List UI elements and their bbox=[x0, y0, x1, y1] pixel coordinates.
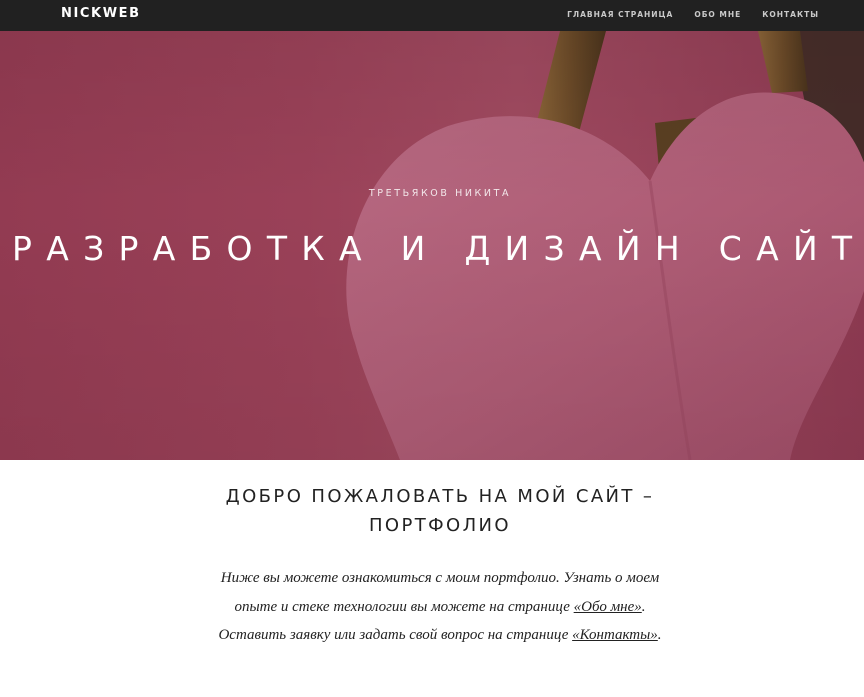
nav-link-contacts[interactable]: КОНТАКТЫ bbox=[762, 10, 819, 19]
welcome-heading-line2: ПОРТФОЛИО bbox=[369, 515, 511, 536]
hero-banner: ТРЕТЬЯКОВ НИКИТА РАЗРАБОТКА И ДИЗАЙН САЙ… bbox=[0, 31, 864, 460]
nav-menu: ГЛАВНАЯ СТРАНИЦА ОБО МНЕ КОНТАКТЫ bbox=[567, 10, 819, 19]
about-page-link[interactable]: «Обо мне» bbox=[574, 599, 642, 615]
intro-paragraph: Ниже вы можете ознакомиться с моим портф… bbox=[0, 564, 864, 650]
hero-subtitle: ТРЕТЬЯКОВ НИКИТА bbox=[368, 188, 512, 199]
welcome-heading-line1: ДОБРО ПОЖАЛОВАТЬ НА МОЙ САЙТ – bbox=[225, 486, 655, 507]
hero-title: РАЗРАБОТКА И ДИЗАЙН САЙТОВ bbox=[12, 229, 864, 268]
intro-line1: Ниже вы можете ознакомиться с моим портф… bbox=[220, 570, 660, 586]
intro-line2-text: опыте и стеке технологии вы можете на ст… bbox=[234, 598, 574, 615]
welcome-heading: ДОБРО ПОЖАЛОВАТЬ НА МОЙ САЙТ – ПОРТФОЛИО bbox=[0, 482, 864, 540]
intro-line3-text: Оставить заявку или задать свой вопрос н… bbox=[218, 627, 573, 643]
intro-line2-end: . bbox=[641, 598, 646, 615]
contacts-page-link[interactable]: «Контакты» bbox=[572, 627, 658, 643]
top-navbar: NICKWEB ГЛАВНАЯ СТРАНИЦА ОБО МНЕ КОНТАКТ… bbox=[0, 0, 864, 31]
nav-link-home[interactable]: ГЛАВНАЯ СТРАНИЦА bbox=[567, 10, 673, 19]
brand-logo-link[interactable]: NICKWEB bbox=[61, 6, 141, 21]
intro-line3-end: . bbox=[657, 627, 662, 643]
nav-link-about[interactable]: ОБО МНЕ bbox=[694, 10, 741, 19]
